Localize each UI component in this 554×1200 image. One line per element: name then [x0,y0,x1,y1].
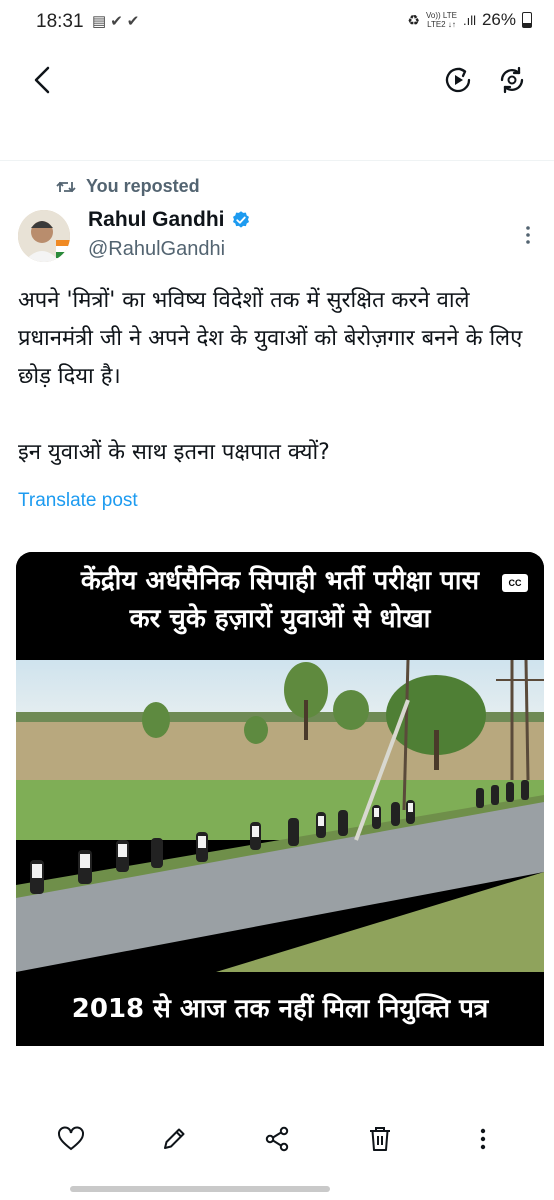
status-time: 18:31 [36,11,84,32]
home-indicator[interactable] [70,1186,330,1192]
action-bar [0,1112,554,1172]
more-vertical-icon[interactable] [468,1124,498,1154]
media-footer: 2018 से आज तक नहीं मिला नियुक्ति पत्र [16,972,544,1046]
top-bar [0,46,554,116]
author-name-row[interactable]: Rahul Gandhi [88,208,251,232]
notes-icon: ▤ [92,13,111,30]
check-icon: ✔ [110,13,127,30]
share-icon[interactable] [262,1124,292,1154]
status-right: ♻ Vo)) LTE LTE2 ↓↑ .ıll 26% [407,10,532,30]
tweet-paragraph: अपने 'मित्रों' का भविष्य विदेशों तक में … [18,288,523,389]
network-indicator: Vo)) LTE LTE2 ↓↑ [426,11,457,29]
tweet-media[interactable]: केंद्रीय अर्धसैनिक सिपाही भर्ती परीक्षा … [16,552,544,1046]
battery-icon [522,12,532,28]
network-bottom: LTE2 ↓↑ [427,20,456,29]
repost-icon [56,181,76,192]
repost-label: You reposted [86,176,200,196]
avatar[interactable] [18,210,70,262]
delete-icon[interactable] [365,1124,395,1154]
translate-link[interactable]: Translate post [18,490,138,512]
tweet-text: अपने 'मित्रों' का भविष्य विदेशों तक में … [18,282,538,472]
author-name[interactable]: Rahul Gandhi [88,208,225,232]
check-icon: ✔ [126,13,144,30]
heart-icon[interactable] [56,1124,86,1154]
verified-badge-icon [232,211,249,228]
status-notification-icons: ▤✔✔ [92,12,143,30]
back-arrow-icon[interactable] [26,62,62,98]
media-headline-line2: कर चुके हज़ारों युवाओं से धोखा [129,604,431,634]
signal-icon: .ıll [462,12,476,28]
cc-badge[interactable]: CC [502,574,528,592]
author-handle[interactable]: @RahulGandhi [88,238,225,261]
battery-percent: 26% [481,10,516,29]
more-vertical-icon[interactable] [518,220,538,250]
play-circle-icon[interactable] [442,64,474,96]
media-photo [16,660,544,972]
edit-icon[interactable] [159,1124,189,1154]
status-bar: 18:31 ▤✔✔ ♻ Vo)) LTE LTE2 ↓↑ .ıll 26% [0,0,554,46]
media-headline-line1: केंद्रीय अर्धसैनिक सिपाही भर्ती परीक्षा … [80,566,480,596]
sync-icon: ♻ [407,11,420,28]
media-headline: केंद्रीय अर्धसैनिक सिपाही भर्ती परीक्षा … [16,552,544,660]
refresh-icon[interactable] [496,64,528,96]
network-top: Vo)) LTE [425,11,457,20]
tweet-paragraph: इन युवाओं के साथ इतना पक्षपात क्यों? [18,440,330,465]
repost-indicator: You reposted [56,176,200,197]
divider [0,160,554,161]
